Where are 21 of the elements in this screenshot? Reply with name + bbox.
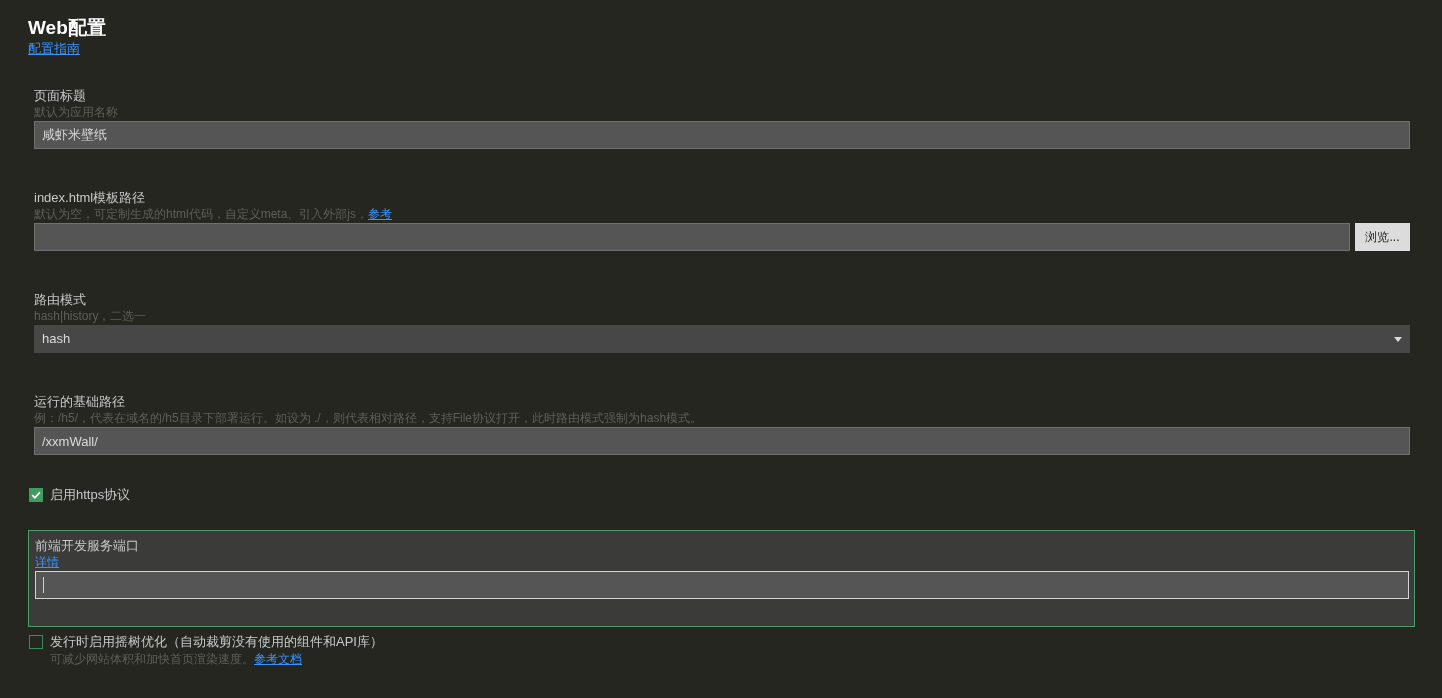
field-label: index.html模板路径 [34, 189, 147, 206]
guide-link[interactable]: 配置指南 [28, 41, 80, 56]
browse-button[interactable]: 浏览... [1355, 223, 1410, 251]
page-title: Web配置 [28, 16, 107, 40]
checkbox-label: 发行时启用摇树优化（自动裁剪没有使用的组件和API库） [50, 633, 383, 651]
checkbox-label: 启用https协议 [50, 486, 131, 504]
field-label: 页面标题 [34, 87, 87, 104]
text-field[interactable]: 咸虾米壁纸 [34, 121, 1410, 149]
field-label: 前端开发服务端口 [35, 537, 140, 554]
reference-link[interactable]: 参考 [368, 207, 392, 221]
field-label: 运行的基础路径 [34, 393, 126, 410]
docs-link[interactable]: 参考文档 [254, 652, 302, 666]
text-field[interactable]: /xxmWall/ [34, 427, 1410, 455]
details-link[interactable]: 详情 [35, 555, 59, 569]
text-field[interactable] [34, 223, 1350, 251]
field-label: 路由模式 [34, 291, 87, 308]
checkbox[interactable] [29, 488, 43, 502]
checkbox[interactable] [29, 635, 43, 649]
text-cursor-icon [43, 577, 44, 593]
dropdown[interactable]: hash [34, 325, 1410, 353]
caret-icon [1394, 336, 1402, 342]
